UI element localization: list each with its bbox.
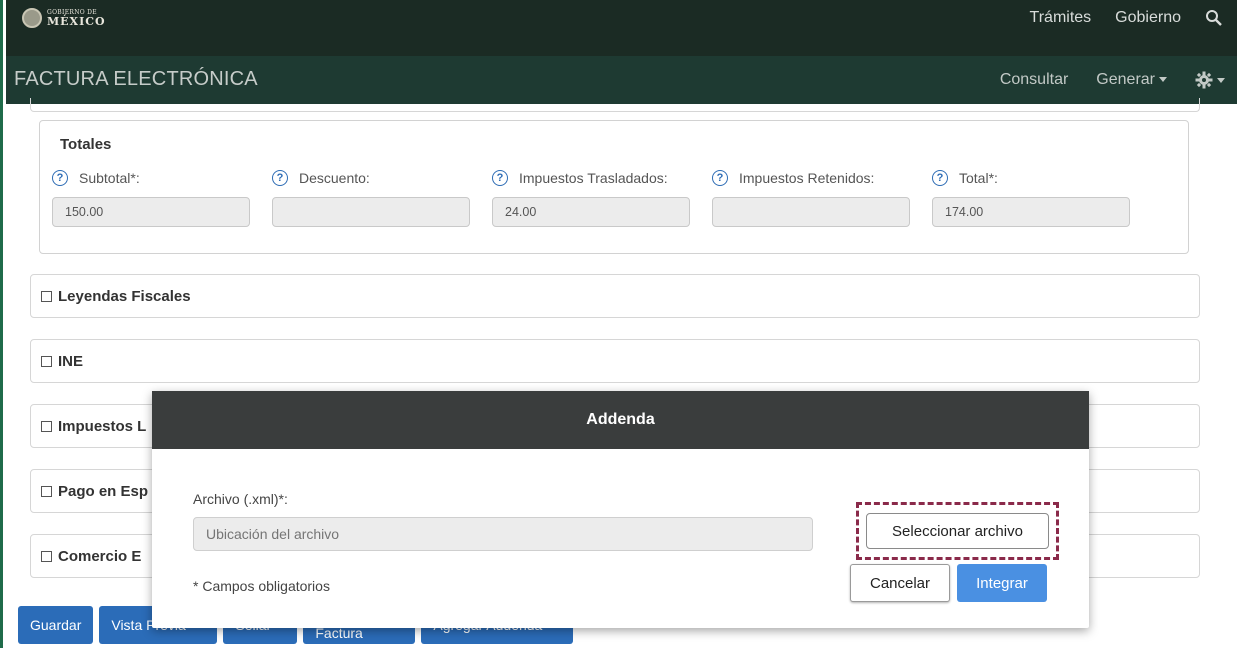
section-title: Impuestos L [58, 417, 147, 435]
search-icon[interactable] [1205, 9, 1223, 27]
field-label: Total*: [959, 170, 998, 186]
help-icon[interactable]: ? [492, 170, 508, 186]
help-icon[interactable]: ? [932, 170, 948, 186]
modal-header: Addenda [152, 391, 1089, 449]
field-descuento: ? Descuento: [272, 168, 470, 227]
section-title: Leyendas Fiscales [58, 287, 191, 305]
nav-consultar[interactable]: Consultar [1000, 71, 1068, 89]
impuestos-retenidos-field[interactable] [712, 197, 910, 227]
field-impuestos-retenidos: ? Impuestos Retenidos: [712, 168, 910, 227]
cancel-button[interactable]: Cancelar [850, 564, 950, 602]
impuestos-trasladados-field[interactable]: 24.00 [492, 197, 690, 227]
app-header: FACTURA ELECTRÓNICA Consultar Generar [6, 36, 1237, 104]
checkbox[interactable] [41, 485, 52, 497]
checkbox[interactable] [41, 550, 52, 562]
help-icon[interactable]: ? [272, 170, 288, 186]
nav-tramites-link[interactable]: Trámites [1030, 9, 1092, 27]
guardar-button[interactable]: Guardar [18, 606, 94, 644]
checkbox[interactable] [41, 290, 52, 302]
descuento-field[interactable] [272, 197, 470, 227]
seal-icon [22, 8, 42, 28]
subtotal-field[interactable]: 150.00 [52, 197, 250, 227]
checkbox[interactable] [41, 355, 52, 367]
settings-dropdown[interactable] [1195, 71, 1225, 89]
help-icon[interactable]: ? [52, 170, 68, 186]
section-ine[interactable]: INE [30, 339, 1200, 383]
nav-generar-dropdown[interactable]: Generar [1096, 71, 1167, 89]
field-label: Subtotal*: [79, 170, 140, 186]
section-leyendas-fiscales[interactable]: Leyendas Fiscales [30, 274, 1200, 318]
section-title: INE [58, 352, 84, 370]
gov-logo[interactable]: GOBIERNO DE MÉXICO [22, 8, 106, 28]
logo-big-text: MÉXICO [47, 14, 106, 28]
file-path-input[interactable] [193, 517, 813, 551]
totales-title: Totales [60, 136, 112, 153]
required-fields-note: * Campos obligatorios [193, 578, 330, 594]
chevron-down-icon [1159, 77, 1167, 83]
previous-panel-edge [30, 98, 1200, 112]
browser-frame: GOBIERNO DE MÉXICO Trámites Gobierno FAC… [0, 0, 1237, 648]
field-label: Impuestos Trasladados: [519, 170, 668, 186]
field-impuestos-trasladados: ? Impuestos Trasladados: 24.00 [492, 168, 690, 227]
field-total: ? Total*: 174.00 [932, 168, 1130, 227]
totales-panel: Totales ? Subtotal*: 150.00 ? Descuento: ?… [39, 120, 1189, 254]
section-title: Comercio E [58, 547, 142, 565]
section-title: Pago en Esp [58, 482, 149, 500]
help-icon[interactable]: ? [712, 170, 728, 186]
gov-top-bar: GOBIERNO DE MÉXICO Trámites Gobierno [6, 0, 1237, 36]
modal-title: Addenda [586, 411, 655, 428]
nav-gobierno-link[interactable]: Gobierno [1115, 9, 1181, 27]
modal-body: Archivo (.xml)*: * Campos obligatorios S… [152, 449, 1089, 628]
field-subtotal: ? Subtotal*: 150.00 [52, 168, 250, 227]
gov-nav: Trámites Gobierno [1030, 9, 1237, 27]
integrate-button[interactable]: Integrar [957, 564, 1047, 602]
select-file-button[interactable]: Seleccionar archivo [866, 513, 1049, 549]
addenda-modal: Addenda Archivo (.xml)*: * Campos obliga… [152, 391, 1089, 628]
total-field[interactable]: 174.00 [932, 197, 1130, 227]
nav-generar-label: Generar [1096, 71, 1155, 88]
file-label: Archivo (.xml)*: [193, 491, 288, 507]
checkbox[interactable] [41, 420, 52, 432]
field-label: Impuestos Retenidos: [739, 170, 875, 186]
app-title[interactable]: FACTURA ELECTRÓNICA [14, 68, 258, 91]
app-nav: Consultar Generar [1000, 68, 1237, 89]
chevron-down-icon [1217, 77, 1225, 83]
field-label: Descuento: [299, 170, 370, 186]
gear-icon [1195, 71, 1213, 89]
